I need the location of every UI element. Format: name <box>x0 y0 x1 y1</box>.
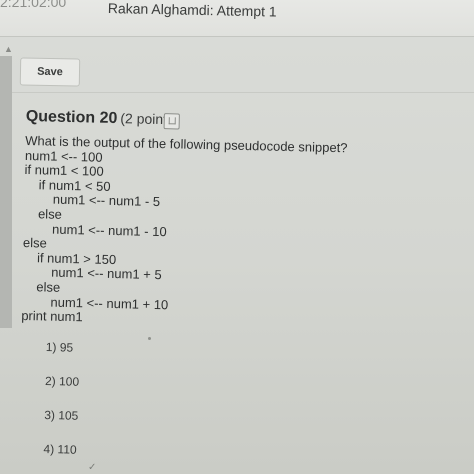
question-block: Question 20 (2 points) What is the output… <box>21 108 466 334</box>
answer-option-1[interactable]: 1) 95 <box>45 340 246 379</box>
chevron-up-icon[interactable]: ▲ <box>4 44 13 54</box>
decorative-dot <box>148 337 151 340</box>
quiz-page: 2:21:02:00 Rakan Alghamdi: Attempt 1 ▲ S… <box>0 0 474 474</box>
question-body: What is the output of the following pseu… <box>21 133 465 334</box>
answer-option-4[interactable]: 4) 110 <box>43 442 244 474</box>
answer-option-2[interactable]: 2) 100 <box>44 374 245 413</box>
divider <box>12 92 474 93</box>
question-title: Question 20 <box>25 108 118 128</box>
quiz-header-bar: 2:21:02:00 Rakan Alghamdi: Attempt 1 <box>0 0 474 37</box>
save-button[interactable]: Save <box>19 57 81 87</box>
answer-option-3[interactable]: 3) 105 <box>44 408 245 447</box>
bookmark-icon[interactable] <box>163 113 180 130</box>
attempt-title: Rakan Alghamdi: Attempt 1 <box>107 0 277 20</box>
question-side-rail <box>0 56 12 328</box>
answer-list: 1) 95 2) 100 3) 105 4) 110 <box>43 340 246 474</box>
check-mark-icon: ✓ <box>88 462 97 473</box>
attempt-timer: 2:21:02:00 <box>0 0 67 10</box>
